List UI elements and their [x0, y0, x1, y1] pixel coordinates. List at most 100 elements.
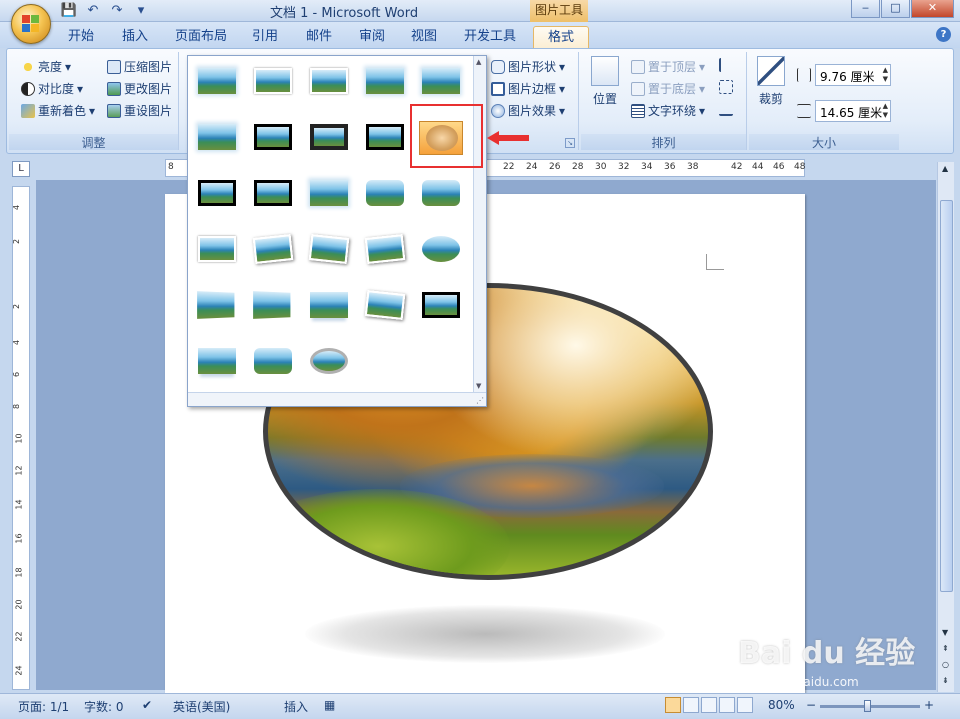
insert-mode[interactable]: 插入 [284, 698, 308, 715]
picture-style-thumbnail[interactable] [307, 177, 351, 211]
tab-view[interactable]: 视图 [401, 26, 447, 48]
outline-view-button[interactable] [719, 697, 735, 713]
language-indicator[interactable]: 英语(美国) [173, 698, 230, 715]
picture-style-thumbnail[interactable] [307, 121, 351, 155]
vertical-scrollbar[interactable]: ▲ ▼ ⇞ ○ ⇟ [937, 162, 954, 692]
proofing-icon[interactable]: ✔ [142, 698, 152, 712]
picture-style-thumbnail[interactable] [363, 233, 407, 267]
customize-qat-icon[interactable]: ▾ [132, 3, 150, 18]
height-spinner[interactable]: ▲ ▼ [883, 66, 888, 84]
picture-style-thumbnail[interactable] [419, 177, 463, 211]
macro-record-icon[interactable]: ▦ [324, 698, 335, 712]
picture-style-thumbnail[interactable] [195, 233, 239, 267]
width-spinner[interactable]: ▲ ▼ [883, 102, 888, 120]
tab-home[interactable]: 开始 [58, 26, 104, 48]
picture-style-thumbnail[interactable] [251, 233, 295, 267]
tab-page-layout[interactable]: 页面布局 [166, 26, 236, 48]
picture-style-thumbnail[interactable] [363, 65, 407, 99]
tab-mailings[interactable]: 邮件 [296, 26, 342, 48]
picture-shape-button[interactable]: 图片形状 ▾ [491, 58, 565, 75]
picture-style-thumbnail[interactable] [251, 65, 295, 99]
scroll-thumb[interactable] [940, 200, 953, 592]
tab-references[interactable]: 引用 [242, 26, 288, 48]
group-objects-button[interactable] [719, 80, 733, 94]
rotate-button[interactable] [719, 102, 733, 116]
help-icon[interactable]: ? [936, 27, 951, 42]
tab-review[interactable]: 审阅 [349, 26, 395, 48]
recolor-button[interactable]: 重新着色 ▾ [21, 102, 95, 119]
office-button[interactable] [11, 4, 51, 44]
picture-style-thumbnail[interactable] [307, 345, 351, 379]
crop-button[interactable]: 裁剪 [755, 56, 787, 107]
picture-style-thumbnail[interactable] [195, 345, 239, 379]
ruler-tick: 32 [618, 162, 630, 172]
minimize-button[interactable]: ‒ [851, 0, 880, 18]
full-screen-reading-button[interactable] [683, 697, 699, 713]
maximize-button[interactable]: □ [881, 0, 910, 18]
picture-style-thumbnail[interactable] [195, 289, 239, 323]
zoom-slider-knob[interactable] [864, 700, 871, 712]
print-layout-view-button[interactable] [665, 697, 681, 713]
red-arrow-annotation [487, 131, 529, 145]
picture-effects-button[interactable]: 图片效果 ▾ [491, 102, 565, 119]
contrast-button[interactable]: 对比度 ▾ [21, 80, 83, 97]
draft-view-button[interactable] [737, 697, 753, 713]
web-layout-button[interactable] [701, 697, 717, 713]
zoom-slider[interactable] [820, 700, 920, 712]
align-button[interactable] [719, 58, 733, 72]
picture-style-thumbnail[interactable] [195, 177, 239, 211]
gallery-scroll-up-icon[interactable]: ▲ [476, 58, 481, 66]
prev-page-icon[interactable]: ⇞ [942, 644, 949, 653]
page-count[interactable]: 页面: 1/1 [18, 698, 69, 715]
position-icon [591, 56, 619, 86]
browse-object-icon[interactable]: ○ [942, 660, 949, 669]
word-count[interactable]: 字数: 0 [84, 698, 124, 715]
tab-format[interactable]: 格式 [533, 26, 589, 48]
picture-style-thumbnail[interactable] [251, 177, 295, 211]
tab-developer[interactable]: 开发工具 [455, 26, 525, 48]
picture-border-button[interactable]: 图片边框 ▾ [491, 80, 565, 97]
picture-style-thumbnail[interactable] [195, 65, 239, 99]
picture-style-thumbnail[interactable] [251, 345, 295, 379]
save-icon[interactable]: 💾 [60, 3, 78, 18]
position-button[interactable]: 位置 [589, 56, 621, 107]
reset-picture-button[interactable]: 重设图片 [107, 102, 172, 119]
scroll-down-icon[interactable]: ▼ [942, 628, 948, 637]
rotate-icon [719, 102, 733, 116]
picture-style-thumbnail[interactable] [251, 121, 295, 155]
undo-icon[interactable]: ↶ [84, 3, 102, 18]
send-to-back-button[interactable]: 置于底层 ▾ [631, 80, 705, 97]
zoom-out-button[interactable]: − [806, 698, 816, 712]
height-input[interactable]: 9.76 厘米 ▲ ▼ [815, 64, 891, 86]
tab-insert[interactable]: 插入 [112, 26, 158, 48]
picture-style-thumbnail[interactable] [419, 233, 463, 267]
styles-dialog-launcher[interactable]: ↘ [565, 138, 575, 148]
ruler-tick: 22 [14, 631, 24, 642]
picture-style-thumbnail[interactable] [419, 289, 463, 323]
picture-style-thumbnail[interactable] [307, 233, 351, 267]
text-wrapping-button[interactable]: 文字环绕 ▾ [631, 102, 705, 119]
zoom-level[interactable]: 80% [768, 698, 795, 712]
picture-style-thumbnail[interactable] [307, 289, 351, 323]
bring-to-front-button[interactable]: 置于顶层 ▾ [631, 58, 705, 75]
picture-style-thumbnail[interactable] [363, 121, 407, 155]
picture-style-thumbnail[interactable] [251, 289, 295, 323]
close-button[interactable]: ✕ [911, 0, 954, 18]
picture-style-thumbnail[interactable] [307, 65, 351, 99]
picture-style-thumbnail[interactable] [363, 289, 407, 323]
picture-style-thumbnail[interactable] [419, 65, 463, 99]
picture-style-thumbnail[interactable] [363, 177, 407, 211]
text-boundary-mark [706, 254, 724, 270]
picture-style-thumbnail[interactable] [195, 121, 239, 155]
scroll-up-icon[interactable]: ▲ [942, 164, 948, 173]
zoom-in-button[interactable]: + [924, 698, 934, 712]
width-input[interactable]: 14.65 厘米 ▲ ▼ [815, 100, 891, 122]
brightness-button[interactable]: 亮度 ▾ [21, 58, 71, 75]
change-picture-button[interactable]: 更改图片 [107, 80, 172, 97]
redo-icon[interactable]: ↷ [108, 3, 126, 18]
resize-grip-icon[interactable]: ⋰ [476, 396, 484, 405]
next-page-icon[interactable]: ⇟ [942, 676, 949, 685]
tab-selector[interactable]: L [12, 161, 30, 177]
compress-pictures-button[interactable]: 压缩图片 [107, 58, 172, 75]
gallery-scroll-down-icon[interactable]: ▼ [476, 382, 481, 390]
